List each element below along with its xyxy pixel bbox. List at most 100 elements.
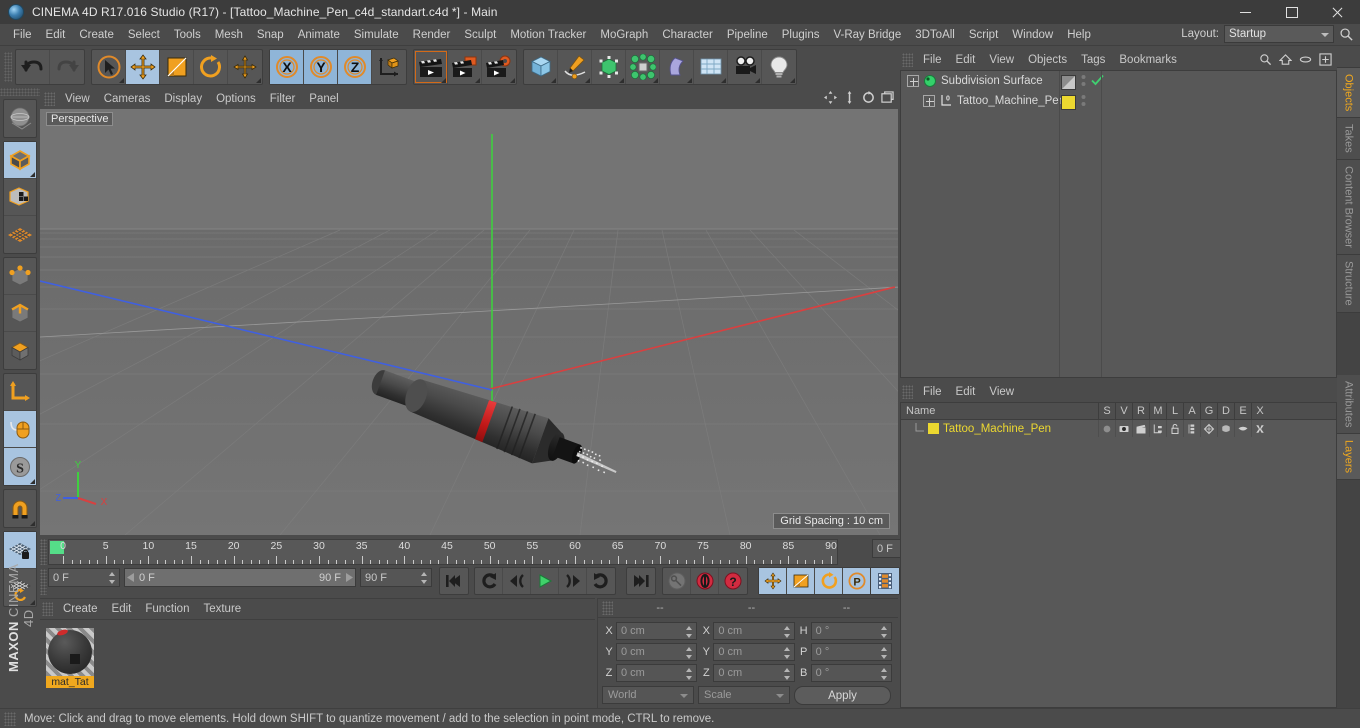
preview-range-bar[interactable]: 0 F 90 F — [124, 568, 356, 587]
object-tree[interactable]: Subdivision Surface 0 Tattoo_Machine_Pen — [900, 70, 1337, 378]
timeline-ruler[interactable]: 0 5 10 15 20 25 30 35 40 45 50 55 60 65 70 75 80 85 90 — [48, 539, 838, 565]
viewport-menu-display[interactable]: Display — [157, 91, 209, 107]
layer-row[interactable]: Tattoo_Machine_Pen — [901, 420, 1336, 437]
position-field[interactable]: 0 cm — [616, 622, 698, 640]
s-circle-icon[interactable]: S — [4, 448, 36, 485]
menu-item-sculpt[interactable]: Sculpt — [457, 27, 503, 43]
search-icon[interactable] — [1339, 27, 1354, 45]
lock-z-axis-button[interactable]: Z — [338, 50, 372, 84]
render-icon[interactable] — [1132, 420, 1149, 437]
apply-button[interactable]: Apply — [794, 686, 891, 705]
record-active-objects-button[interactable] — [691, 568, 719, 594]
go-to-start-button[interactable] — [440, 568, 468, 594]
render-view-button[interactable] — [414, 50, 448, 84]
size-field[interactable]: 0 cm — [713, 622, 795, 640]
timeline-grip[interactable] — [40, 539, 47, 565]
object-menu-edit[interactable]: Edit — [949, 52, 983, 68]
pan-icon[interactable] — [824, 91, 837, 107]
layer-column-v[interactable]: V — [1115, 402, 1132, 420]
minimize-button[interactable] — [1222, 0, 1268, 24]
spinner-icon[interactable] — [421, 571, 428, 585]
rotation-field[interactable]: 0 ° — [810, 643, 892, 661]
expand-toggle-icon[interactable] — [923, 95, 935, 107]
maximize-button[interactable] — [1268, 0, 1314, 24]
vtab-objects[interactable]: Objects — [1337, 68, 1360, 119]
object-menu-grip[interactable] — [902, 53, 913, 67]
texture-mode-button[interactable] — [4, 179, 36, 216]
scale-key-button[interactable] — [787, 568, 815, 594]
size-field[interactable]: 0 cm — [713, 643, 795, 661]
spinner-icon[interactable] — [109, 571, 116, 585]
menu-item-v-ray-bridge[interactable]: V-Ray Bridge — [826, 27, 908, 43]
move-tool[interactable] — [126, 50, 160, 84]
add-camera-button[interactable] — [728, 50, 762, 84]
material-thumbnail[interactable] — [46, 628, 94, 676]
menu-item-mograph[interactable]: MoGraph — [593, 27, 655, 43]
viewport-menu-filter[interactable]: Filter — [263, 91, 303, 107]
render-settings-button[interactable] — [482, 50, 516, 84]
solo-dot-icon[interactable] — [1098, 420, 1115, 437]
layer-color-swatch[interactable] — [928, 423, 939, 434]
menu-item-render[interactable]: Render — [406, 27, 458, 43]
rotate-icon[interactable] — [862, 91, 875, 107]
viewport-menu-grip[interactable] — [44, 91, 55, 106]
menu-item-window[interactable]: Window — [1005, 27, 1060, 43]
maximize-view-icon[interactable] — [881, 91, 894, 107]
menu-item-create[interactable]: Create — [72, 27, 121, 43]
play-forwards-button[interactable] — [587, 568, 615, 594]
material-menu-function[interactable]: Function — [138, 601, 196, 617]
layer-column-a[interactable]: A — [1183, 402, 1200, 420]
layer-menu-file[interactable]: File — [916, 384, 949, 400]
model-mode-button[interactable] — [4, 142, 36, 179]
search-icon[interactable] — [1259, 53, 1272, 69]
lock-y-axis-button[interactable]: Y — [304, 50, 338, 84]
deformer-icon[interactable] — [1217, 420, 1234, 437]
magnet-icon[interactable] — [4, 490, 36, 527]
current-frame-field[interactable]: 0 F — [48, 568, 120, 587]
dolly-icon[interactable] — [843, 91, 856, 107]
layer-column-s[interactable]: S — [1098, 402, 1115, 420]
film-strip-icon[interactable] — [871, 568, 899, 594]
viewport-menu-cameras[interactable]: Cameras — [97, 91, 158, 107]
manager-icon[interactable] — [1149, 420, 1166, 437]
play-button[interactable] — [531, 568, 559, 594]
layer-column-r[interactable]: R — [1132, 402, 1149, 420]
menu-item-plugins[interactable]: Plugins — [775, 27, 827, 43]
enabled-check-icon[interactable] — [1091, 74, 1104, 90]
nurbs-button[interactable] — [592, 50, 626, 84]
toolbar-grip[interactable] — [4, 52, 12, 82]
scale-tool[interactable] — [160, 50, 194, 84]
redo-button[interactable] — [50, 50, 84, 84]
render-to-picture-viewer-button[interactable] — [448, 50, 482, 84]
rotation-key-button[interactable] — [815, 568, 843, 594]
spinner-icon[interactable] — [880, 625, 888, 639]
material-menu-texture[interactable]: Texture — [196, 601, 248, 617]
layer-column-l[interactable]: L — [1166, 402, 1183, 420]
axis-mode-button[interactable] — [4, 374, 36, 411]
spinner-icon[interactable] — [783, 625, 791, 639]
view-icon[interactable] — [1115, 420, 1132, 437]
layer-list[interactable]: Name SVRMLAGDEX Tattoo_Machine_Pen — [900, 402, 1337, 708]
menu-item-tools[interactable]: Tools — [167, 27, 208, 43]
left-toolbar-grip[interactable] — [0, 88, 40, 96]
layer-menu-view[interactable]: View — [982, 384, 1021, 400]
floor-environment-button[interactable] — [694, 50, 728, 84]
axis-move-tool[interactable] — [228, 50, 262, 84]
generator-icon[interactable] — [1200, 420, 1217, 437]
position-field[interactable]: 0 cm — [616, 664, 698, 682]
material-menu-create[interactable]: Create — [56, 601, 105, 617]
world-object-coord-button[interactable] — [372, 50, 406, 84]
spinner-icon[interactable] — [783, 646, 791, 660]
position-field[interactable]: 0 cm — [616, 643, 698, 661]
menu-item-mesh[interactable]: Mesh — [208, 27, 250, 43]
home-icon[interactable] — [1278, 53, 1293, 69]
menu-item-snap[interactable]: Snap — [250, 27, 291, 43]
viewport-menu-options[interactable]: Options — [209, 91, 263, 107]
vtab-takes[interactable]: Takes — [1337, 118, 1360, 161]
material-menu-edit[interactable]: Edit — [105, 601, 139, 617]
array-button[interactable] — [626, 50, 660, 84]
spinner-icon[interactable] — [880, 667, 888, 681]
lock-x-axis-button[interactable]: X — [270, 50, 304, 84]
menu-item-file[interactable]: File — [6, 27, 39, 43]
layer-menu-edit[interactable]: Edit — [949, 384, 983, 400]
